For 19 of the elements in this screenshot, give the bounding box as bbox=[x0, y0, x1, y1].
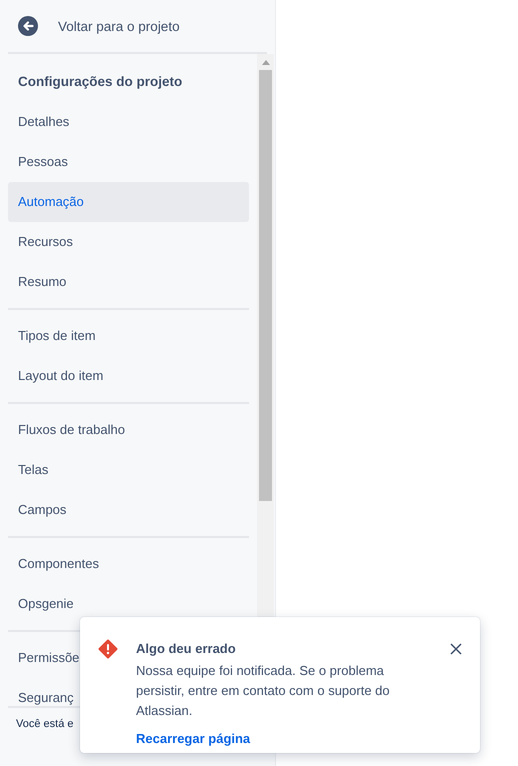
back-link[interactable]: Voltar para o projeto bbox=[8, 0, 267, 54]
sidebar-item[interactable]: Fluxos de trabalho bbox=[8, 410, 249, 450]
sidebar-item[interactable]: Automação bbox=[8, 182, 249, 222]
sidebar-item[interactable]: Telas bbox=[8, 450, 249, 490]
sidebar-item[interactable]: Componentes bbox=[8, 544, 249, 584]
scroll-thumb[interactable] bbox=[259, 70, 272, 501]
error-icon bbox=[98, 639, 118, 659]
toast-title: Algo deu errado bbox=[136, 640, 237, 658]
sidebar-item[interactable]: Recursos bbox=[8, 222, 249, 262]
sidebar-item[interactable]: Tipos de item bbox=[8, 316, 249, 356]
reload-link[interactable]: Recarregar página bbox=[136, 731, 250, 746]
scroll-up-arrow-icon[interactable] bbox=[262, 60, 270, 65]
sidebar-item[interactable]: Campos bbox=[8, 490, 249, 530]
sidebar-item[interactable]: Pessoas bbox=[8, 142, 249, 182]
section-heading: Configurações do projeto bbox=[17, 73, 184, 91]
sidebar-item[interactable]: Resumo bbox=[8, 262, 249, 302]
sidebar-item[interactable]: Detalhes bbox=[8, 102, 249, 142]
sidebar-item[interactable]: Layout do item bbox=[8, 356, 249, 396]
close-icon[interactable] bbox=[450, 643, 462, 655]
